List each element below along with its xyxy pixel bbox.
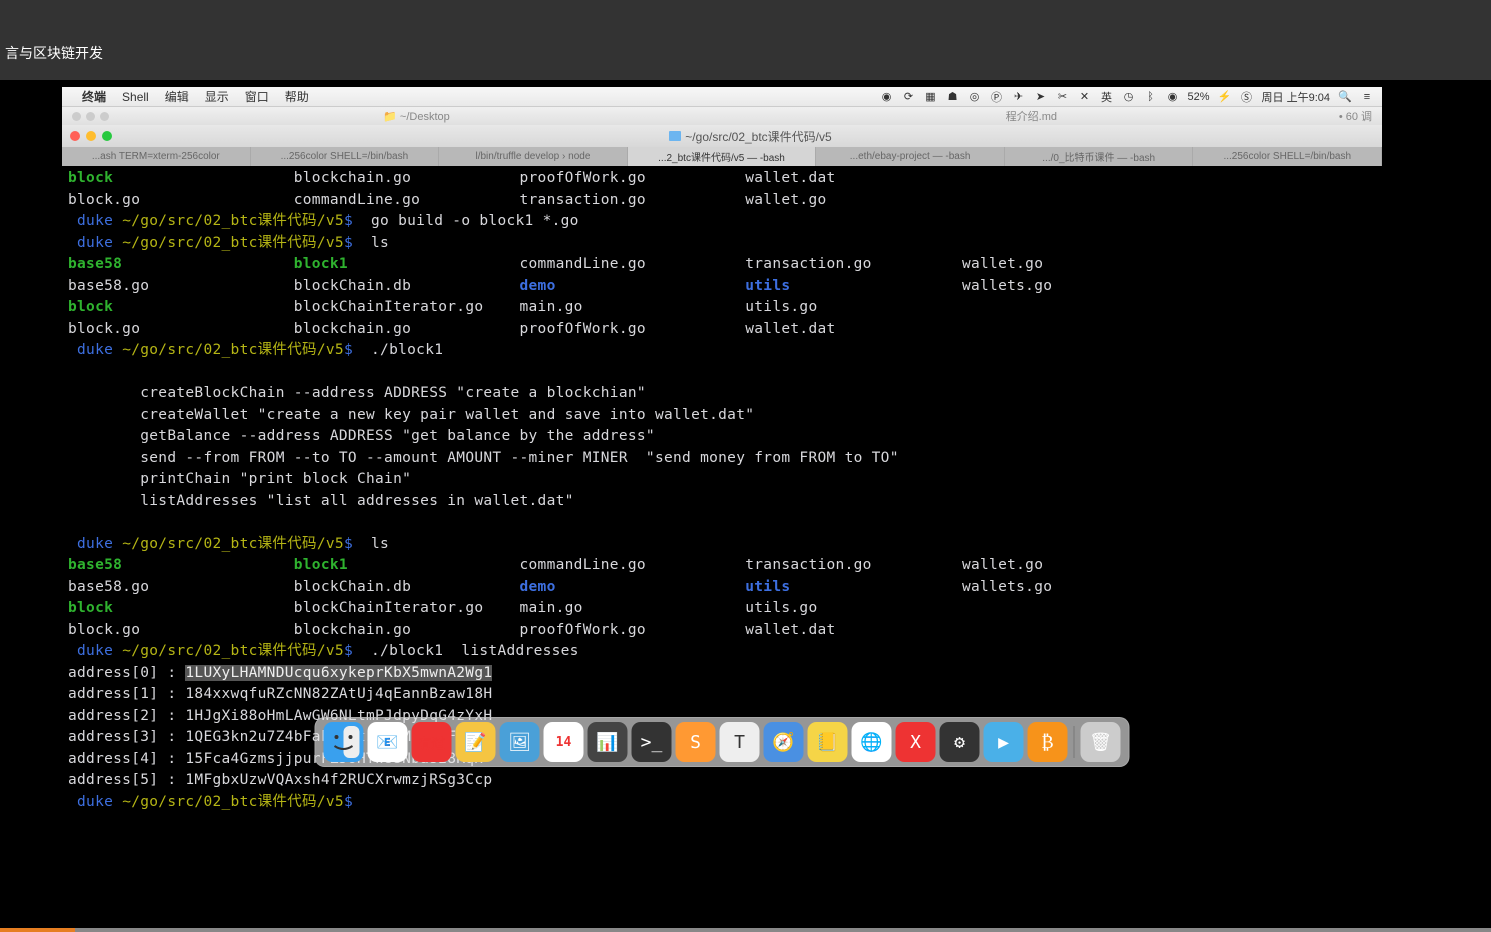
dock-textedit-icon[interactable]: T — [720, 722, 760, 762]
dock-terminal-icon[interactable]: >_ — [632, 722, 672, 762]
menubar-right: ◉ ⟳ ▦ ☗ ◎ Ⓟ ✈ ➤ ✂ ✕ 英 ◷ ᛒ ◉ 52% ⚡ Ⓢ 周日 上… — [880, 89, 1375, 105]
wifi-icon[interactable]: ◉ — [1166, 90, 1180, 104]
progress-fill — [0, 928, 75, 932]
clock-tray-icon[interactable]: ◷ — [1122, 90, 1136, 104]
x-tray-icon[interactable]: ✕ — [1078, 90, 1092, 104]
menu-window[interactable]: 窗口 — [245, 88, 269, 105]
s-tray-icon[interactable]: Ⓢ — [1240, 90, 1254, 104]
page-header: 言与区块链开发 — [0, 25, 1491, 80]
terminal-titlebar: ~/go/src/02_btc课件代码/v5 — [62, 125, 1382, 147]
terminal-tab[interactable]: ...ash TERM=xterm-256color — [62, 147, 251, 166]
top-strip — [0, 0, 1491, 25]
dock-notes-icon[interactable]: 📝 — [456, 722, 496, 762]
dock-preview-icon[interactable]: 🖼 — [500, 722, 540, 762]
paper-tray-icon[interactable]: ✈ — [1012, 90, 1026, 104]
terminal-tab[interactable]: ...256color SHELL=/bin/bash — [1193, 147, 1382, 166]
terminal-tabs: ...ash TERM=xterm-256color...256color SH… — [62, 147, 1382, 166]
terminal-tab[interactable]: ...eth/ebay-project — -bash — [816, 147, 1005, 166]
dock-chrome-icon[interactable]: 🌐 — [852, 722, 892, 762]
dock-trash-icon[interactable]: 🗑 — [1081, 722, 1121, 762]
video-progress[interactable] — [0, 928, 1491, 932]
battery-text[interactable]: 52% — [1188, 91, 1210, 103]
terminal-tab[interactable]: l/bin/truffle develop › node — [439, 147, 628, 166]
maximize-button[interactable] — [102, 131, 112, 141]
dock-xmind-icon[interactable]: X — [896, 722, 936, 762]
finder-desktop-tab[interactable]: 📁 ~/Desktop — [109, 110, 724, 123]
finder-tab-bar: 📁 ~/Desktop 程介绍.md • 60 调 — [62, 107, 1382, 125]
folder-icon — [669, 131, 681, 141]
dock-screenflow-icon[interactable]: ▶ — [984, 722, 1024, 762]
clock-text[interactable]: 周日 上午9:04 — [1262, 89, 1330, 105]
menu-edit[interactable]: 编辑 — [165, 88, 189, 105]
menu-view[interactable]: 显示 — [205, 88, 229, 105]
dock-mail-icon[interactable]: 📧 — [368, 722, 408, 762]
bluetooth-icon[interactable]: ᛒ — [1144, 90, 1158, 104]
obs-tray-icon[interactable]: ◉ — [880, 90, 894, 104]
circle-tray-icon[interactable]: ◎ — [968, 90, 982, 104]
dock-finder-icon[interactable] — [324, 722, 364, 762]
minimize-button[interactable] — [86, 131, 96, 141]
menu-app[interactable]: 终端 — [82, 88, 106, 105]
drive-tray-icon[interactable]: ☗ — [946, 90, 960, 104]
menubar: 终端 Shell 编辑 显示 窗口 帮助 ◉ ⟳ ▦ ☗ ◎ Ⓟ ✈ ➤ ✂ ✕… — [62, 87, 1382, 107]
search-icon[interactable]: 🔍 — [1338, 90, 1352, 104]
dock-youdao-icon[interactable]: 有道 — [412, 722, 452, 762]
menu-help[interactable]: 帮助 — [285, 88, 309, 105]
finder-dots — [72, 112, 109, 121]
dock: 📧有道📝🖼14📊>_ST🧭📒🌐X⚙▶₿ 🗑 — [315, 717, 1130, 767]
dock-safari-icon[interactable]: 🧭 — [764, 722, 804, 762]
finder-md-tab[interactable]: 程介绍.md — [724, 108, 1339, 124]
scissor-tray-icon[interactable]: ✂ — [1056, 90, 1070, 104]
dock-stickies-icon[interactable]: 📒 — [808, 722, 848, 762]
mac-window: 终端 Shell 编辑 显示 窗口 帮助 ◉ ⟳ ▦ ☗ ◎ Ⓟ ✈ ➤ ✂ ✕… — [62, 87, 1382, 815]
sync-tray-icon[interactable]: ⟳ — [902, 90, 916, 104]
terminal-tab[interactable]: .../0_比特币课件 — -bash — [1005, 147, 1194, 166]
page-title: 言与区块链开发 — [5, 43, 103, 63]
dock-obs-icon[interactable]: ⚙ — [940, 722, 980, 762]
nav-tray-icon[interactable]: ➤ — [1034, 90, 1048, 104]
close-button[interactable] — [70, 131, 80, 141]
dock-calendar-icon[interactable]: 14 — [544, 722, 584, 762]
dock-activity-icon[interactable]: 📊 — [588, 722, 628, 762]
window-title-text: ~/go/src/02_btc课件代码/v5 — [127, 128, 1374, 145]
finder-right-info: • 60 调 — [1339, 108, 1372, 124]
terminal-tab[interactable]: ...256color SHELL=/bin/bash — [251, 147, 440, 166]
grid-tray-icon[interactable]: ▦ — [924, 90, 938, 104]
dock-bitcoin-icon[interactable]: ₿ — [1028, 722, 1068, 762]
battery-icon[interactable]: ⚡ — [1218, 90, 1232, 104]
terminal-tab[interactable]: ...2_btc课件代码/v5 — -bash — [628, 147, 817, 166]
menu-shell[interactable]: Shell — [122, 90, 149, 104]
input-tray-icon[interactable]: 英 — [1100, 90, 1114, 104]
dock-sublime-icon[interactable]: S — [676, 722, 716, 762]
p-tray-icon[interactable]: Ⓟ — [990, 90, 1004, 104]
notification-icon[interactable]: ≡ — [1360, 90, 1374, 104]
